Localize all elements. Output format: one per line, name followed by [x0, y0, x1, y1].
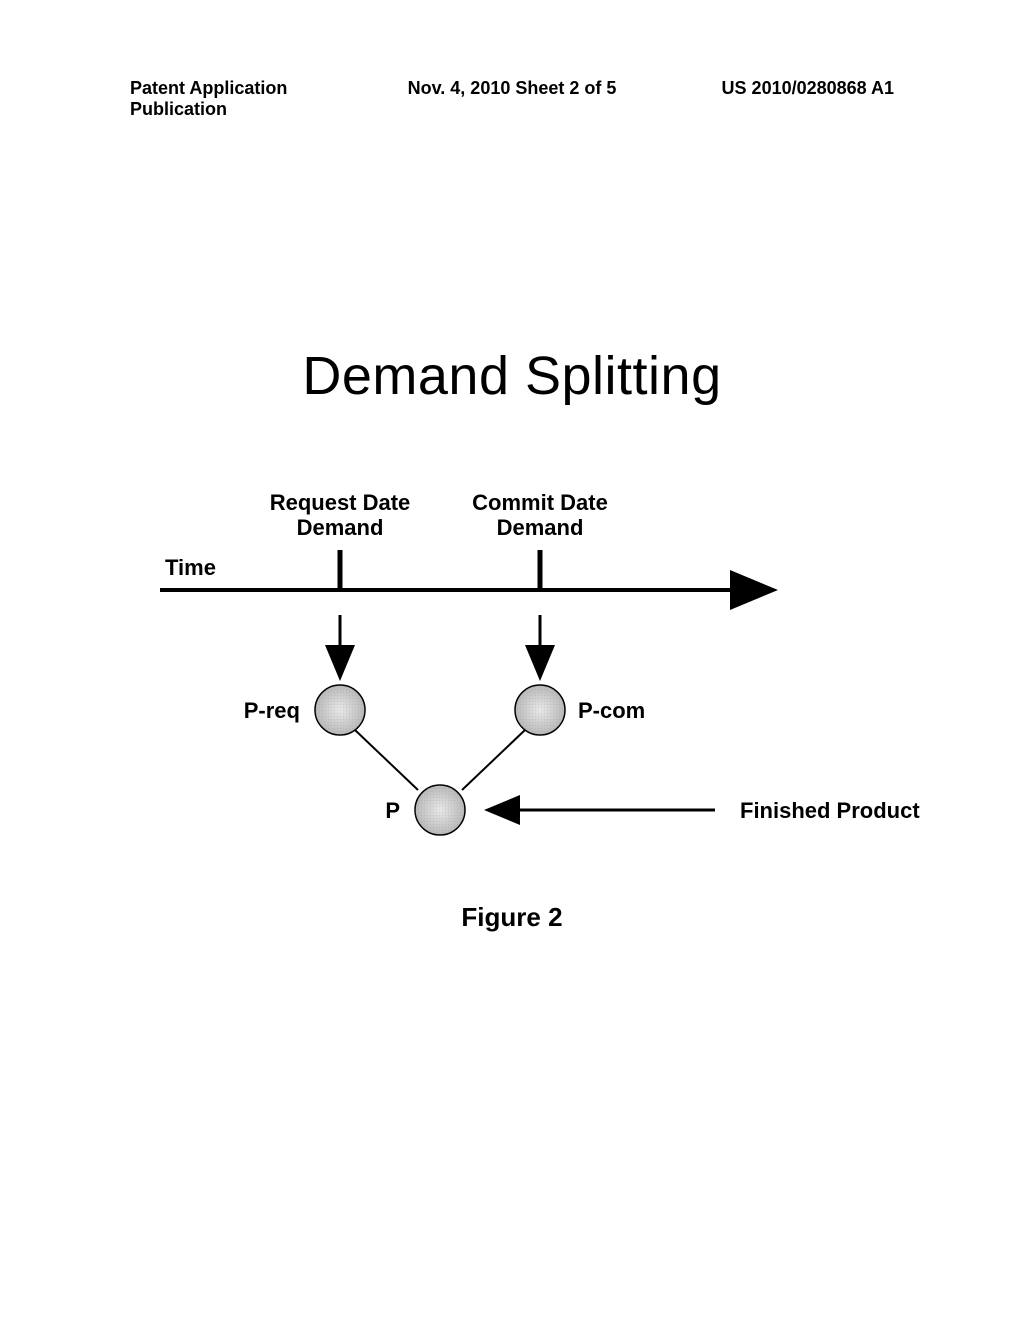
- p-node-texture: [415, 785, 465, 835]
- p-req-label: P-req: [244, 698, 300, 723]
- time-axis-label: Time: [165, 555, 216, 580]
- header-publication-type: Patent Application Publication: [130, 78, 385, 120]
- commit-date-label-1: Commit Date: [472, 490, 608, 515]
- p-label: P: [385, 798, 400, 823]
- finished-product-label: Finished Product: [740, 798, 920, 823]
- header-row: Patent Application Publication Nov. 4, 2…: [130, 78, 894, 120]
- edge-pcom-to-p: [462, 730, 525, 790]
- p-req-node-texture: [315, 685, 365, 735]
- figure-caption: Figure 2: [0, 902, 1024, 933]
- request-date-label-2: Demand: [297, 515, 384, 540]
- p-com-node-texture: [515, 685, 565, 735]
- commit-date-label-2: Demand: [497, 515, 584, 540]
- diagram-title: Demand Splitting: [0, 345, 1024, 407]
- edge-preq-to-p: [355, 730, 418, 790]
- page-header: Patent Application Publication Nov. 4, 2…: [0, 78, 1024, 120]
- p-com-label: P-com: [578, 698, 645, 723]
- header-date-sheet: Nov. 4, 2010 Sheet 2 of 5: [385, 78, 640, 120]
- header-publication-number: US 2010/0280868 A1: [639, 78, 894, 120]
- request-date-label-1: Request Date: [270, 490, 411, 515]
